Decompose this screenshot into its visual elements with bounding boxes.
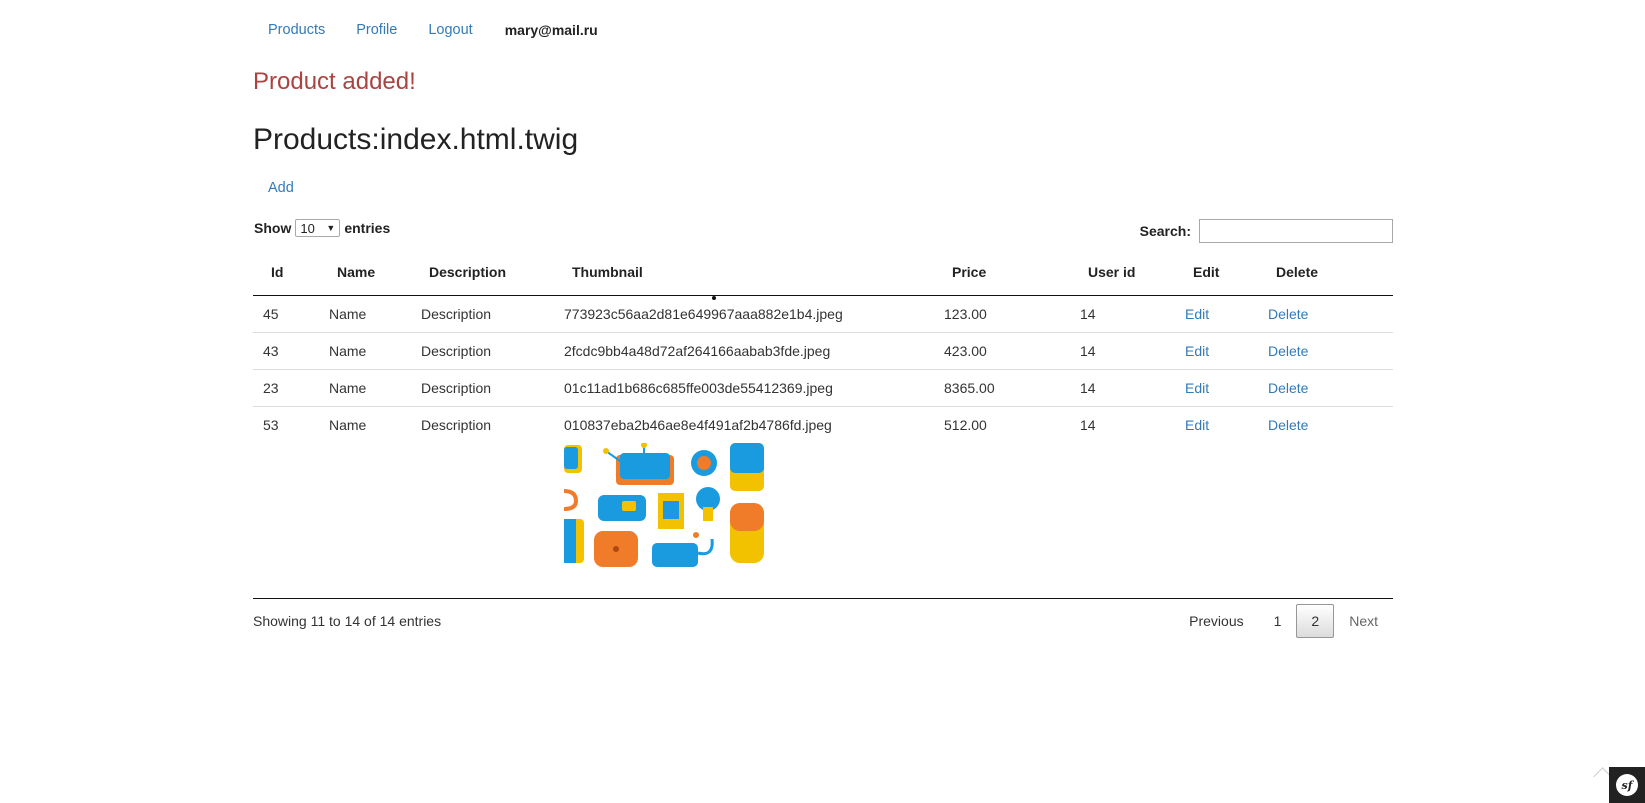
pagination-page-1[interactable]: 1: [1259, 604, 1297, 638]
column-header-id[interactable]: Id: [253, 255, 319, 296]
column-header-description[interactable]: Description: [411, 255, 554, 296]
cell-description: Description: [411, 332, 554, 370]
pagination-next-button[interactable]: Next: [1334, 604, 1393, 638]
cell-name: Name: [319, 332, 411, 370]
symfony-logo-icon: sf: [1616, 774, 1638, 796]
entries-select-value: 10: [300, 220, 315, 236]
column-header-thumbnail[interactable]: Thumbnail: [554, 255, 934, 300]
column-header-user-id[interactable]: User id: [1070, 255, 1175, 296]
cell-thumbnail: 773923c56aa2d81e649967aaa882e1b4.jpeg: [564, 306, 843, 322]
table-row: 23 Name Description 01c11ad1b686c685ffe0…: [253, 369, 1393, 407]
cell-price: 423.00: [934, 332, 1070, 370]
table-row: 53 Name Description 010837eba2b46ae8e4f4…: [253, 406, 1393, 587]
top-nav: Products Profile Logout mary@mail.ru: [253, 20, 598, 40]
length-suffix: entries: [344, 220, 391, 236]
page-title: Products:index.html.twig: [253, 123, 579, 156]
table-row: 43 Name Description 2fcdc9bb4a48d72af264…: [253, 332, 1393, 370]
cell-user-id: 14: [1070, 332, 1175, 370]
table-info: Showing 11 to 14 of 14 entries: [253, 613, 442, 629]
cell-description: Description: [421, 306, 492, 322]
entries-select[interactable]: 10 ▼: [295, 219, 341, 237]
cell-description: Description: [411, 369, 554, 407]
delete-link[interactable]: Delete: [1268, 417, 1308, 433]
length-prefix: Show: [254, 220, 292, 236]
column-header-price[interactable]: Price: [934, 255, 1070, 296]
product-thumbnail-image: [564, 443, 764, 571]
add-product-link[interactable]: Add: [268, 180, 294, 196]
edit-link[interactable]: Edit: [1185, 306, 1209, 322]
cell-thumbnail: 2fcdc9bb4a48d72af264166aabab3fde.jpeg: [554, 332, 934, 370]
pagination: Previous 1 2 Next: [1174, 604, 1393, 638]
table-header-row: Id Name Description Thumbnail Price User…: [253, 255, 1393, 300]
symfony-debug-toolbar[interactable]: sf: [1609, 767, 1645, 803]
pagination-page-2[interactable]: 2: [1296, 604, 1335, 638]
table-row: 45 Name Description 773923c56aa2d81e6499…: [253, 296, 1393, 333]
nav-logout-link[interactable]: Logout: [428, 22, 472, 38]
cell-user-id: 14: [1070, 369, 1175, 407]
search-control: Search:: [1140, 219, 1393, 243]
column-header-name[interactable]: Name: [319, 255, 411, 296]
cell-thumbnail: 010837eba2b46ae8e4f491af2b4786fd.jpeg: [554, 406, 934, 587]
search-label: Search:: [1139, 223, 1191, 239]
products-table: Id Name Description Thumbnail Price User…: [253, 255, 1393, 587]
edit-link[interactable]: Edit: [1185, 417, 1209, 433]
pagination-previous-button[interactable]: Previous: [1174, 604, 1258, 638]
cell-name: Name: [329, 306, 367, 322]
cell-delete: Delete: [1258, 406, 1393, 587]
cell-id: 23: [253, 369, 319, 407]
cell-delete: Delete: [1258, 369, 1393, 407]
cell-edit: Edit: [1175, 406, 1258, 587]
entries-length-control: Show 10 ▼ entries: [254, 219, 390, 237]
column-header-thumbnail-label: Thumbnail: [572, 264, 643, 280]
chevron-down-icon: ▼: [326, 223, 336, 233]
sort-indicator-icon: [712, 296, 716, 300]
column-header-edit[interactable]: Edit: [1175, 255, 1258, 296]
cell-price: 8365.00: [934, 369, 1070, 407]
cell-price: 512.00: [934, 406, 1070, 587]
cell-thumbnail: 01c11ad1b686c685ffe003de55412369.jpeg: [554, 369, 934, 407]
cell-price: 123.00: [944, 306, 987, 322]
table-bottom-divider: [253, 598, 1393, 599]
cell-user-id: 14: [1080, 306, 1096, 322]
cell-id: 43: [253, 332, 319, 370]
cell-name: Name: [319, 406, 411, 587]
cell-description: Description: [411, 406, 554, 587]
nav-profile-link[interactable]: Profile: [356, 22, 397, 38]
cell-edit: Edit: [1175, 296, 1258, 333]
cell-user-id: 14: [1070, 406, 1175, 587]
cell-edit: Edit: [1175, 369, 1258, 407]
cell-id: 45: [263, 306, 279, 322]
thumbnail-filename: 010837eba2b46ae8e4f491af2b4786fd.jpeg: [564, 417, 832, 433]
cell-id: 53: [253, 406, 319, 587]
nav-products-link[interactable]: Products: [268, 22, 325, 38]
delete-link[interactable]: Delete: [1268, 343, 1308, 359]
column-header-delete[interactable]: Delete: [1258, 255, 1393, 296]
edit-link[interactable]: Edit: [1185, 343, 1209, 359]
cell-delete: Delete: [1258, 332, 1393, 370]
flash-message: Product added!: [253, 68, 416, 95]
search-input[interactable]: [1199, 219, 1393, 243]
cell-delete: Delete: [1258, 296, 1393, 333]
delete-link[interactable]: Delete: [1268, 306, 1308, 322]
edit-link[interactable]: Edit: [1185, 380, 1209, 396]
delete-link[interactable]: Delete: [1268, 380, 1308, 396]
cell-edit: Edit: [1175, 332, 1258, 370]
cell-name: Name: [319, 369, 411, 407]
current-user-email: mary@mail.ru: [504, 22, 598, 38]
